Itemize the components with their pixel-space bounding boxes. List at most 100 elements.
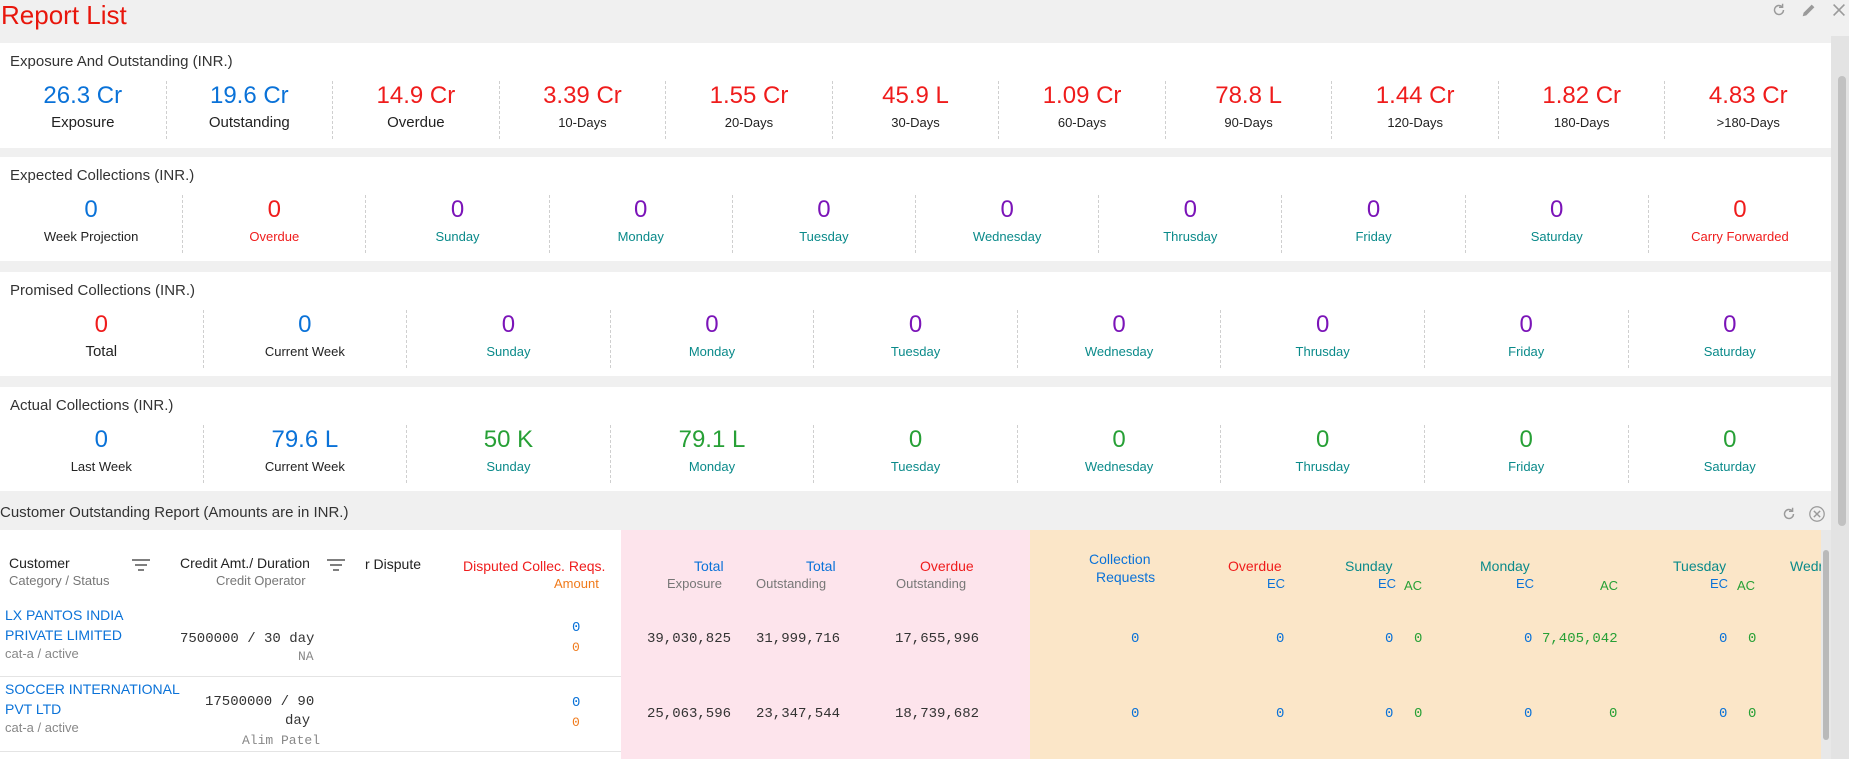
metric-wednesday[interactable]: 0 Wednesday bbox=[916, 195, 1100, 253]
refresh-icon[interactable] bbox=[1769, 0, 1789, 20]
metric-value: 0 bbox=[1112, 311, 1126, 338]
metric-60-days[interactable]: 1.09 Cr 60-Days bbox=[999, 81, 1166, 139]
sunday-ac: 0 bbox=[1414, 706, 1423, 722]
metric-90-days[interactable]: 78.8 L 90-Days bbox=[1166, 81, 1333, 139]
customer-name-line1[interactable]: LX PANTOS INDIA bbox=[5, 605, 124, 625]
metric-saturday[interactable]: 0 Saturday bbox=[1466, 195, 1649, 253]
metric-monday[interactable]: 79.1 L Monday bbox=[611, 425, 815, 483]
exposure-card: Exposure And Outstanding (INR.) 26.3 Cr E… bbox=[0, 43, 1831, 148]
page-scrollbar-thumb[interactable] bbox=[1838, 76, 1846, 526]
table-scrollbar-thumb[interactable] bbox=[1823, 550, 1829, 740]
metric-20-days[interactable]: 1.55 Cr 20-Days bbox=[666, 81, 833, 139]
header-ec: EC bbox=[1267, 576, 1286, 591]
header-sunday[interactable]: Sunday bbox=[1345, 558, 1392, 574]
table-row[interactable]: LX PANTOS INDIA PRIVATE LIMITED cat-a / … bbox=[5, 605, 124, 663]
metric-sunday[interactable]: 0 Sunday bbox=[366, 195, 550, 253]
metric-friday[interactable]: 0 Friday bbox=[1282, 195, 1466, 253]
metric-over-180-days[interactable]: 4.83 Cr >180-Days bbox=[1665, 81, 1831, 139]
metric-overdue[interactable]: 14.9 Cr Overdue bbox=[333, 81, 500, 139]
close-icon[interactable] bbox=[1829, 0, 1849, 20]
metric-monday[interactable]: 0 Monday bbox=[550, 195, 733, 253]
filter-icon[interactable] bbox=[131, 558, 151, 577]
collection-requests[interactable]: 0 bbox=[1131, 706, 1139, 722]
metric-value: 0 bbox=[1366, 196, 1381, 223]
header-overdue-outstanding[interactable]: Overdue bbox=[920, 558, 974, 574]
header-customer[interactable]: Customer bbox=[9, 555, 70, 571]
customer-name-line2[interactable]: PRIVATE LIMITED bbox=[5, 625, 124, 645]
metric-carry-forwarded[interactable]: 0 Carry Forwarded bbox=[1649, 195, 1831, 253]
table-row[interactable]: SOCCER INTERNATIONAL PVT LTD cat-a / act… bbox=[5, 679, 180, 737]
metric-label: Tuesday bbox=[890, 459, 941, 474]
metric-180-days[interactable]: 1.82 Cr 180-Days bbox=[1499, 81, 1666, 139]
metric-sunday[interactable]: 0 Sunday bbox=[407, 310, 611, 368]
collection-requests[interactable]: 0 bbox=[1131, 631, 1139, 647]
customer-name-line2[interactable]: PVT LTD bbox=[5, 699, 180, 719]
metric-120-days[interactable]: 1.44 Cr 120-Days bbox=[1332, 81, 1499, 139]
header-monday[interactable]: Monday bbox=[1480, 558, 1530, 574]
disputed-count[interactable]: 0 bbox=[572, 620, 580, 636]
metric-label: Thrusday bbox=[1295, 459, 1350, 474]
metric-thursday[interactable]: 0 Thrusday bbox=[1221, 425, 1425, 483]
metric-label: 30-Days bbox=[891, 115, 940, 130]
close-icon[interactable] bbox=[1807, 504, 1827, 524]
header-total-outstanding[interactable]: Total bbox=[806, 558, 836, 574]
metric-value: 0 bbox=[84, 196, 98, 223]
header-wednesday[interactable]: Wedr bbox=[1790, 558, 1823, 574]
table-scrollbar[interactable] bbox=[1821, 530, 1831, 759]
metric-saturday[interactable]: 0 Saturday bbox=[1629, 425, 1832, 483]
metric-saturday[interactable]: 0 Saturday bbox=[1629, 310, 1832, 368]
metric-wednesday[interactable]: 0 Wednesday bbox=[1018, 425, 1222, 483]
metric-monday[interactable]: 0 Monday bbox=[611, 310, 815, 368]
metric-tuesday[interactable]: 0 Tuesday bbox=[733, 195, 917, 253]
actual-card: Actual Collections (INR.) 0 Last Week 79.… bbox=[0, 387, 1831, 491]
metric-outstanding[interactable]: 19.6 Cr Outstanding bbox=[167, 81, 334, 139]
filter-icon[interactable] bbox=[326, 558, 346, 577]
edit-icon[interactable] bbox=[1799, 0, 1819, 20]
metric-friday[interactable]: 0 Friday bbox=[1425, 310, 1629, 368]
metric-week-projection[interactable]: 0 Week Projection bbox=[0, 195, 184, 253]
metric-thursday[interactable]: 0 Thrusday bbox=[1099, 195, 1283, 253]
metric-tuesday[interactable]: 0 Tuesday bbox=[814, 310, 1018, 368]
metric-value: 0 bbox=[1519, 311, 1533, 338]
customer-name-line1[interactable]: SOCCER INTERNATIONAL bbox=[5, 679, 180, 699]
header-dispute[interactable]: r Dispute bbox=[365, 556, 421, 572]
metric-value: 0 bbox=[94, 426, 108, 453]
top-icons bbox=[1769, 0, 1849, 20]
metric-value: 0 bbox=[634, 196, 648, 223]
metric-thursday[interactable]: 0 Thrusday bbox=[1221, 310, 1425, 368]
header-total-exposure[interactable]: Total bbox=[694, 558, 724, 574]
promised-metrics: 0 Total 0 Current Week 0 Sunday 0 Monday 0 Tu… bbox=[0, 310, 1831, 368]
metric-value: 1.82 Cr bbox=[1542, 82, 1622, 109]
metric-label: Saturday bbox=[1530, 229, 1583, 244]
metric-friday[interactable]: 0 Friday bbox=[1425, 425, 1629, 483]
metric-sunday[interactable]: 50 K Sunday bbox=[407, 425, 611, 483]
metric-current-week[interactable]: 79.6 L Current Week bbox=[204, 425, 408, 483]
metric-total[interactable]: 0 Total bbox=[0, 310, 204, 368]
metric-label: Monday bbox=[617, 229, 664, 244]
metric-value: 0 bbox=[1723, 426, 1737, 453]
metric-wednesday[interactable]: 0 Wednesday bbox=[1018, 310, 1222, 368]
customer-category: cat-a / active bbox=[5, 646, 79, 661]
metric-label: 180-Days bbox=[1553, 115, 1610, 130]
page-scrollbar[interactable] bbox=[1831, 36, 1849, 759]
metric-last-week[interactable]: 0 Last Week bbox=[0, 425, 204, 483]
metric-label: Wednesday bbox=[1084, 344, 1154, 359]
header-disputed-collec-reqs[interactable]: Disputed Collec. Reqs. bbox=[463, 558, 605, 574]
metric-tuesday[interactable]: 0 Tuesday bbox=[814, 425, 1018, 483]
metric-label: Current Week bbox=[264, 459, 345, 474]
disputed-count[interactable]: 0 bbox=[572, 695, 580, 711]
header-collection-requests-1[interactable]: Collection bbox=[1089, 551, 1150, 567]
metric-value: 0 bbox=[1112, 426, 1126, 453]
metric-exposure[interactable]: 26.3 Cr Exposure bbox=[0, 81, 167, 139]
metric-value: 0 bbox=[267, 196, 281, 223]
metric-overdue[interactable]: 0 Overdue bbox=[183, 195, 367, 253]
header-overdue-outstanding-sub: Outstanding bbox=[896, 576, 967, 591]
metric-value: 19.6 Cr bbox=[209, 82, 289, 109]
metric-10-days[interactable]: 3.39 Cr 10-Days bbox=[500, 81, 667, 139]
header-tuesday[interactable]: Tuesday bbox=[1673, 558, 1726, 574]
metric-current-week[interactable]: 0 Current Week bbox=[204, 310, 408, 368]
header-credit[interactable]: Credit Amt./ Duration bbox=[180, 555, 310, 571]
header-overdue-ec[interactable]: Overdue bbox=[1228, 558, 1282, 574]
refresh-icon[interactable] bbox=[1779, 504, 1799, 524]
metric-30-days[interactable]: 45.9 L 30-Days bbox=[833, 81, 1000, 139]
